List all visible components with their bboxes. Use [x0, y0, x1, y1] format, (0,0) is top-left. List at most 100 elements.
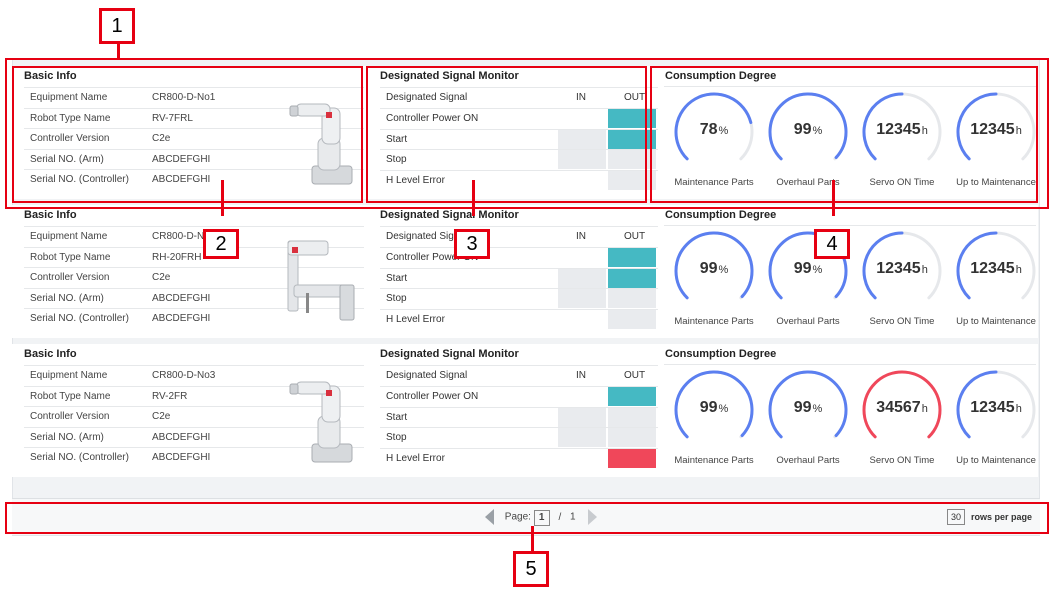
gauge-unit: h: [1015, 403, 1022, 415]
annotation-label-4: 4: [814, 229, 850, 259]
info-value: CR800-D-No3: [152, 370, 216, 381]
signal-monitor-title: Designated Signal Monitor: [380, 348, 519, 360]
signal-in-indicator: [558, 268, 606, 288]
in-header: IN: [576, 231, 586, 242]
signal-row: Stop: [380, 427, 658, 448]
signal-out-indicator: [608, 309, 656, 329]
annotation-label-2: 2: [203, 229, 239, 259]
gauge-unit: h: [1015, 264, 1022, 276]
signal-out-indicator: [608, 448, 656, 468]
signal-name: Stop: [386, 293, 407, 304]
consumption-title: Consumption Degree: [665, 348, 777, 360]
signal-header-label: Designated Signal: [386, 370, 468, 381]
signal-out-indicator: [608, 407, 656, 427]
signal-header: Designated Signal IN OUT: [380, 226, 658, 247]
equipment-row: Basic Info Equipment Name CR800-D-No3 Robot…: [12, 344, 1038, 477]
gauge-number: 99: [699, 399, 718, 416]
annotation-stem-4: [832, 180, 835, 216]
gauge-unit: h: [921, 264, 928, 276]
gauge-value: 99%: [762, 260, 854, 278]
signal-in-indicator: [558, 289, 606, 308]
info-label: Controller Version: [30, 272, 110, 283]
gauge-value: 34567h: [856, 399, 948, 417]
info-label: Equipment Name: [30, 370, 108, 381]
signal-name: H Level Error: [386, 452, 445, 464]
gauge-caption: Up to Maintenance: [956, 316, 1036, 327]
articulated-robot-arm-icon: [289, 381, 353, 463]
signal-name: Start: [386, 272, 408, 284]
signal-in-indicator: [558, 428, 606, 447]
gauge-unit: %: [812, 264, 823, 276]
signal-name: Controller Power ON: [386, 391, 479, 402]
robot-image: [282, 372, 362, 467]
gauge-number: 99: [793, 260, 812, 277]
in-header: IN: [576, 370, 586, 381]
gauge-caption: Overhaul Parts: [776, 455, 840, 466]
gauge-unit: h: [921, 403, 928, 415]
gauge-caption: Overhaul Parts: [776, 316, 840, 327]
signal-row: Start: [380, 406, 658, 428]
annotation-box-4: [650, 66, 1038, 203]
robot-image: [282, 233, 362, 328]
annotation-stem-1: [117, 44, 120, 59]
gauge-unit: %: [718, 403, 729, 415]
info-label: Robot Type Name: [30, 390, 111, 402]
gauge-value: 99%: [668, 260, 760, 278]
info-label: Robot Type Name: [30, 251, 111, 263]
info-label: Serial NO. (Arm): [30, 292, 104, 304]
annotation-label-5: 5: [513, 551, 549, 587]
signal-out-indicator: [608, 289, 656, 308]
signal-row: H Level Error: [380, 447, 658, 469]
signal-out-indicator: [608, 387, 656, 406]
annotation-stem-3: [472, 180, 475, 216]
info-label: Equipment Name: [30, 231, 108, 242]
info-value: CR800-D-N: [152, 231, 205, 242]
annotation-box-5: [5, 502, 1049, 534]
signal-row: Start: [380, 267, 658, 289]
scara-robot-icon: [287, 240, 355, 321]
annotation-box-3: [366, 66, 647, 203]
gauge-number: 99: [793, 399, 812, 416]
consumption-divider: [664, 364, 1036, 365]
signal-name: Start: [386, 411, 408, 423]
gauge-number: 34567: [876, 399, 921, 416]
out-header: OUT: [624, 231, 646, 242]
annotation-label-1: 1: [99, 8, 135, 44]
info-value: C2e: [152, 411, 171, 422]
signal-name: H Level Error: [386, 313, 445, 325]
signal-name: Stop: [386, 432, 407, 443]
equipment-row: Basic Info Equipment Name CR800-D-N Robot T…: [12, 205, 1038, 338]
annotation-label-3: 3: [454, 229, 490, 259]
signal-monitor-title: Designated Signal Monitor: [380, 209, 519, 221]
basic-info-title: Basic Info: [24, 209, 77, 221]
signal-header: Designated Signal IN OUT: [380, 365, 658, 386]
gauge-value: 12345h: [950, 260, 1042, 278]
info-label: Serial NO. (Controller): [30, 452, 129, 463]
info-value: ABCDEFGHI: [152, 452, 211, 463]
gauge-number: 12345: [970, 399, 1015, 416]
info-value: RH-20FRH: [152, 251, 202, 263]
basic-info-title: Basic Info: [24, 348, 77, 360]
consumption-divider: [664, 225, 1036, 226]
info-value: ABCDEFGHI: [152, 292, 211, 304]
gauge-caption: Servo ON Time: [869, 455, 935, 466]
gauge-unit: %: [812, 403, 823, 415]
gauge-caption: Maintenance Parts: [674, 455, 754, 466]
signal-row: Stop: [380, 288, 658, 309]
annotation-stem-2: [221, 180, 224, 216]
signal-row: H Level Error: [380, 308, 658, 330]
signal-out-indicator: [608, 428, 656, 447]
info-value: ABCDEFGHI: [152, 431, 211, 443]
signal-in-indicator: [558, 407, 606, 427]
annotation-box-2: [12, 66, 363, 203]
info-label: Serial NO. (Controller): [30, 313, 129, 324]
signal-out-indicator: [608, 248, 656, 267]
info-value: RV-2FR: [152, 390, 188, 402]
gauge-value: 99%: [762, 399, 854, 417]
info-label: Controller Version: [30, 411, 110, 422]
info-label: Serial NO. (Arm): [30, 431, 104, 443]
gauge-unit: %: [718, 264, 729, 276]
out-header: OUT: [624, 370, 646, 381]
consumption-title: Consumption Degree: [665, 209, 777, 221]
info-value: ABCDEFGHI: [152, 313, 211, 324]
